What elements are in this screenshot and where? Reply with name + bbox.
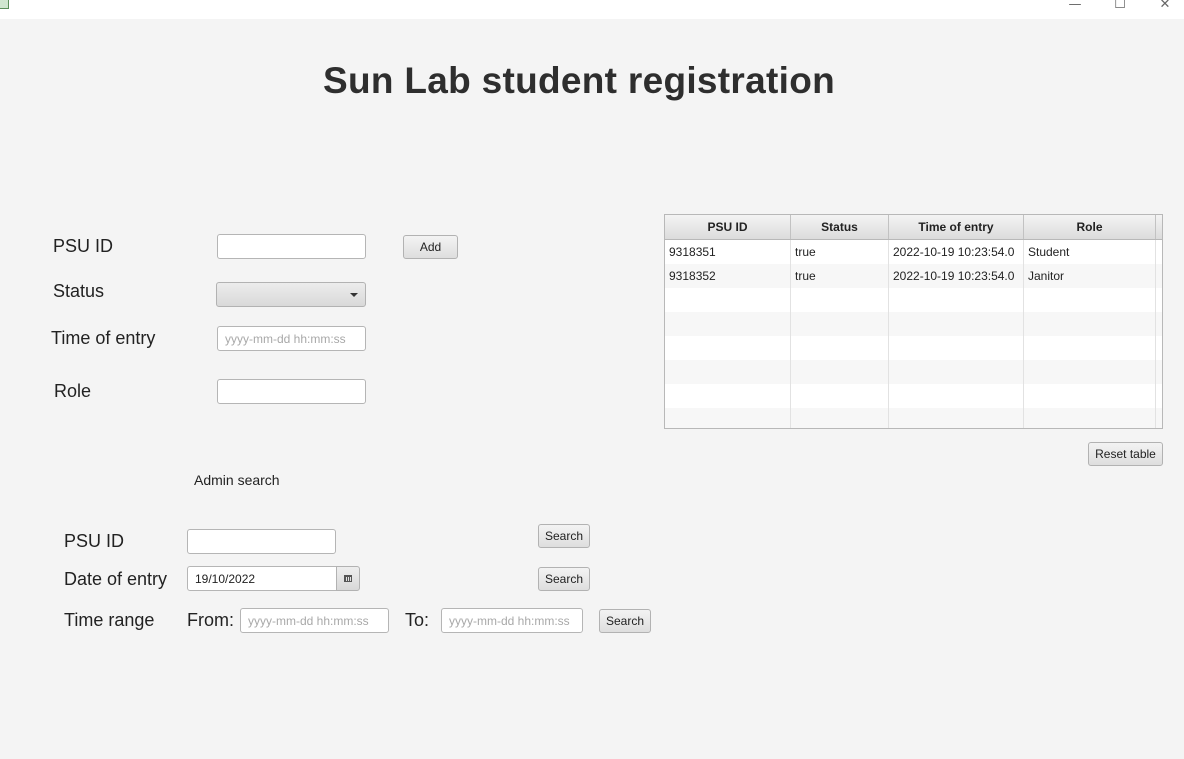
page-title: Sun Lab student registration [322,60,836,101]
to-label: To: [405,610,430,630]
admin-psu-id-input[interactable] [187,529,336,554]
psu-id-input[interactable] [217,234,366,259]
table-header: PSU ID Status Time of entry Role [665,215,1162,240]
cell-psu-id: 9318351 [665,240,791,264]
role-label: Role [54,381,92,401]
cell-status: true [791,264,889,288]
search-psu-id-button[interactable]: Search [538,524,590,548]
date-of-entry-label: Date of entry [64,569,168,589]
time-range-from-input[interactable] [240,608,389,633]
add-button[interactable]: Add [403,235,458,259]
empty-table-row [665,360,1162,384]
status-label: Status [53,281,105,301]
column-header-status[interactable]: Status [791,215,889,239]
search-date-button[interactable]: Search [538,567,590,591]
table-row[interactable]: 9318351 true 2022-10-19 10:23:54.0 Stude… [665,240,1162,264]
cell-role: Janitor [1024,264,1156,288]
empty-table-row [665,312,1162,336]
empty-table-row [665,336,1162,360]
column-header-time-of-entry[interactable]: Time of entry [889,215,1024,239]
from-label: From: [187,610,234,630]
cell-role: Student [1024,240,1156,264]
psu-id-label: PSU ID [53,236,114,256]
column-header-psu-id[interactable]: PSU ID [665,215,791,239]
calendar-icon [344,575,352,582]
cell-time-of-entry: 2022-10-19 10:23:54.0 [889,240,1024,264]
close-button[interactable]: ✕ [1150,0,1180,15]
chevron-down-icon [350,293,358,297]
column-header-role[interactable]: Role [1024,215,1156,239]
time-of-entry-input[interactable] [217,326,366,351]
search-time-range-button[interactable]: Search [599,609,651,633]
minimize-button[interactable]: — [1060,0,1090,15]
empty-table-row [665,288,1162,312]
entries-table[interactable]: PSU ID Status Time of entry Role 9318351… [664,214,1163,429]
date-picker-button[interactable] [336,566,360,591]
time-of-entry-label: Time of entry [51,328,156,348]
window-titlebar: — ☐ ✕ [0,0,1184,19]
cell-psu-id: 9318352 [665,264,791,288]
time-range-label: Time range [64,610,155,630]
maximize-button[interactable]: ☐ [1105,0,1135,15]
admin-search-heading: Admin search [194,472,280,488]
status-dropdown[interactable] [216,282,366,307]
app-icon [0,0,9,9]
admin-psu-id-label: PSU ID [64,531,125,551]
reset-table-button[interactable]: Reset table [1088,442,1163,466]
cell-time-of-entry: 2022-10-19 10:23:54.0 [889,264,1024,288]
empty-table-row [665,384,1162,408]
date-of-entry-input[interactable] [187,566,337,591]
time-range-to-input[interactable] [441,608,583,633]
role-input[interactable] [217,379,366,404]
cell-status: true [791,240,889,264]
table-row[interactable]: 9318352 true 2022-10-19 10:23:54.0 Janit… [665,264,1162,288]
empty-table-row [665,408,1162,428]
